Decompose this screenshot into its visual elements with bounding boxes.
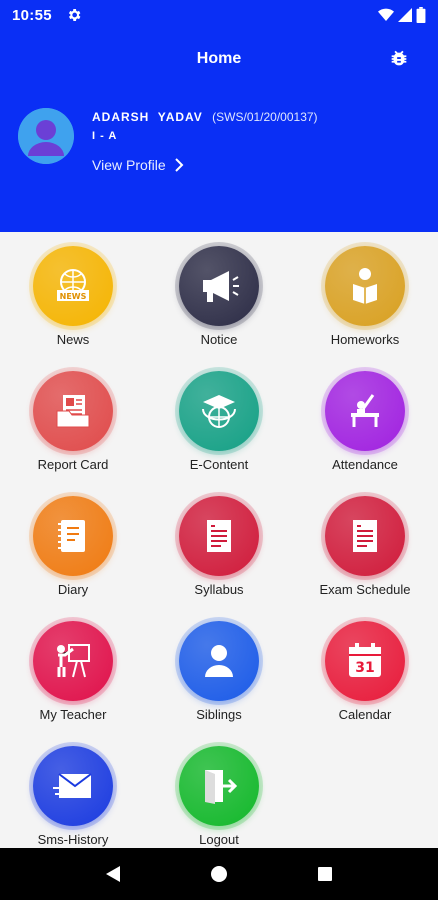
student-name-row: ADARSH YADAV (SWS/01/20/00137) <box>92 110 318 124</box>
menu-label: Siblings <box>196 707 242 722</box>
menu-item-news[interactable]: NEWS News <box>0 232 146 357</box>
menu-label: Sms-History <box>37 832 109 847</box>
document-icon <box>353 520 377 552</box>
home-circle-icon <box>211 866 227 882</box>
logout-door-icon <box>205 770 238 804</box>
menu-icon-circle <box>33 746 113 826</box>
status-bar: 10:55 <box>0 0 438 30</box>
status-time: 10:55 <box>12 6 52 24</box>
menu-label: My Teacher <box>39 707 107 722</box>
menu-item-diary[interactable]: Diary <box>0 482 146 607</box>
menu-icon-circle: 31 <box>325 621 405 701</box>
menu-item-sms-history[interactable]: Sms-History <box>0 732 146 848</box>
calendar-icon: 31 <box>349 643 381 677</box>
menu-label: News <box>56 332 90 347</box>
menu-icon-circle <box>33 371 113 451</box>
menu-icon-circle <box>33 496 113 576</box>
wifi-icon <box>378 8 394 21</box>
avatar[interactable] <box>18 108 74 164</box>
menu-item-logout[interactable]: Logout <box>146 732 292 848</box>
menu-icon-circle <box>179 621 259 701</box>
back-button[interactable] <box>93 854 133 894</box>
news-icon: NEWS <box>57 269 89 301</box>
chevron-right-icon <box>174 158 184 172</box>
envelope-icon <box>53 773 92 798</box>
menu-item-report-card[interactable]: Report Card <box>0 357 146 482</box>
recents-button[interactable] <box>305 854 345 894</box>
teacher-board-icon <box>57 644 90 678</box>
home-button[interactable] <box>199 854 239 894</box>
user-silhouette-icon <box>18 108 74 164</box>
graduation-globe-icon <box>202 395 236 428</box>
menu-label: Homeworks <box>330 332 400 347</box>
bug-icon[interactable] <box>388 48 410 70</box>
menu-icon-circle <box>179 371 259 451</box>
menu-icon-circle <box>179 246 259 326</box>
menu-icon-circle <box>179 746 259 826</box>
menu-item-calendar[interactable]: 31 Calendar <box>292 607 438 732</box>
menu-label: Syllabus <box>194 582 244 597</box>
gear-icon <box>68 9 81 21</box>
menu-item-attendance[interactable]: Attendance <box>292 357 438 482</box>
menu-label: Logout <box>199 832 239 847</box>
menu-item-syllabus[interactable]: Syllabus <box>146 482 292 607</box>
report-folder-icon <box>56 395 90 428</box>
menu-icon-circle <box>33 621 113 701</box>
menu-label: Exam Schedule <box>319 582 411 597</box>
recents-square-icon <box>318 867 332 881</box>
back-triangle-icon <box>106 866 120 882</box>
menu-grid: NEWS News Notice Homeworks Report Card E… <box>0 232 438 848</box>
view-profile-label: View Profile <box>92 157 166 173</box>
person-icon <box>205 645 233 677</box>
system-nav-bar <box>0 848 438 900</box>
view-profile-link[interactable]: View Profile <box>92 157 184 173</box>
menu-label: E-Content <box>189 457 249 472</box>
student-name: ADARSH YADAV <box>92 110 203 124</box>
signal-icon <box>398 8 412 22</box>
battery-icon <box>416 7 426 23</box>
menu-label: Attendance <box>332 457 398 472</box>
calendar-day: 31 <box>355 660 374 676</box>
menu-label: Report Card <box>37 457 109 472</box>
document-icon <box>207 520 231 552</box>
menu-icon-circle: NEWS <box>33 246 113 326</box>
menu-icon-circle <box>179 496 259 576</box>
menu-label: Calendar <box>338 707 392 722</box>
menu-item-homeworks[interactable]: Homeworks <box>292 232 438 357</box>
menu-label: Diary <box>57 582 89 597</box>
menu-icon-circle <box>325 496 405 576</box>
page-title: Home <box>196 50 242 67</box>
menu-item-e-content[interactable]: E-Content <box>146 357 292 482</box>
menu-item-siblings[interactable]: Siblings <box>146 607 292 732</box>
svg-text:NEWS: NEWS <box>60 292 87 301</box>
raised-hand-desk-icon <box>351 394 379 427</box>
student-code: (SWS/01/20/00137) <box>212 110 318 124</box>
student-class: I - A <box>92 130 118 142</box>
menu-label: Notice <box>200 332 238 347</box>
menu-item-notice[interactable]: Notice <box>146 232 292 357</box>
megaphone-icon <box>203 271 239 302</box>
menu-item-my-teacher[interactable]: My Teacher <box>0 607 146 732</box>
menu-icon-circle <box>325 246 405 326</box>
reading-student-icon <box>353 268 377 304</box>
menu-icon-circle <box>325 371 405 451</box>
home-header: Home ADARSH YADAV (SWS/01/20/00137) I - … <box>0 30 438 232</box>
diary-icon <box>58 520 85 552</box>
menu-item-exam-schedule[interactable]: Exam Schedule <box>292 482 438 607</box>
